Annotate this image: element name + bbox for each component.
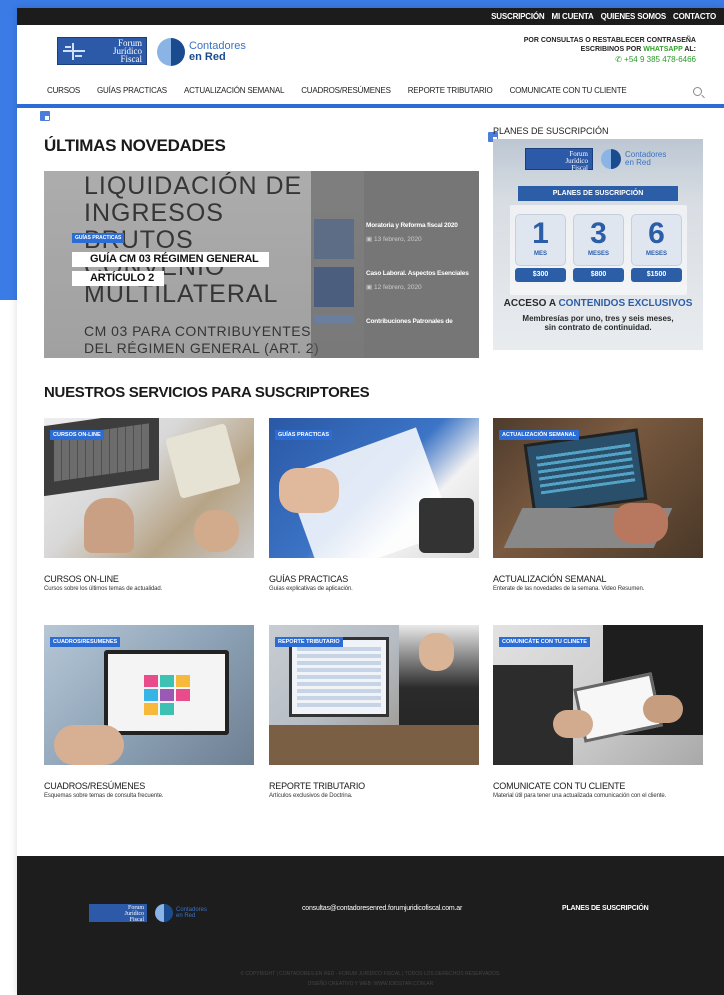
post-thumbnail bbox=[314, 219, 354, 259]
service-card-guias[interactable]: GUÍAS PRACTICAS GUÍAS PRACTICAS Guías ex… bbox=[269, 418, 479, 592]
service-image[interactable]: ACTUALIZACIÓN SEMANAL bbox=[493, 418, 703, 558]
service-image[interactable]: REPORTE TRIBUTARIO bbox=[269, 625, 479, 765]
list-item[interactable]: Caso Laboral. Aspectos Esenciales ▣ 12 f… bbox=[314, 267, 476, 309]
plans-sidebar-title: PLANES DE SUSCRIPCIÓN bbox=[493, 126, 609, 136]
service-image[interactable]: CURSOS ON-LINE bbox=[44, 418, 254, 558]
plans-banner[interactable]: Forum Jurídico Fiscal Contadores en Red PLA… bbox=[493, 139, 703, 350]
forum-juridico-fiscal-logo[interactable]: Forum Jurídico Fiscal bbox=[89, 904, 147, 923]
calendar-icon: ▣ bbox=[366, 284, 373, 291]
featured-slider[interactable]: LIQUIDACIÓN DE INGRESOS BRUTOS CONVENIO … bbox=[44, 171, 479, 358]
topbar-link-mi-cuenta[interactable]: MI CUENTA bbox=[552, 12, 594, 21]
service-image[interactable]: COMUNICÁTE CON TU CLINETE bbox=[493, 625, 703, 765]
plans-header: PLANES DE SUSCRIPCIÓN bbox=[518, 186, 678, 201]
forum-logo-text: Forum Jurídico Fiscal bbox=[113, 38, 142, 64]
forum-juridico-fiscal-logo: Forum Jurídico Fiscal bbox=[525, 148, 593, 172]
list-item[interactable]: Contribuciones Patronales de bbox=[314, 315, 476, 357]
plan-price-1[interactable]: $300 bbox=[515, 268, 566, 282]
contact-info: POR CONSULTAS O RESTABLECER CONTRASEÑA E… bbox=[523, 37, 696, 64]
nav-item-reporte-tributario[interactable]: REPORTE TRIBUTARIO bbox=[408, 86, 493, 95]
latest-side-list: Moratoria y Reforma fiscal 2020 ▣ 13 feb… bbox=[311, 171, 479, 358]
plan-option-1[interactable]: 1 MES bbox=[515, 214, 566, 266]
nav-item-guias-practicas[interactable]: GUÍAS PRACTICAS bbox=[97, 86, 167, 95]
nav-item-cursos[interactable]: CURSOS bbox=[47, 86, 80, 95]
nav-item-comunicate[interactable]: COMUNICATE CON TU CLIENTE bbox=[510, 86, 627, 95]
contadores-en-red-logo[interactable]: Contadores en Red bbox=[155, 904, 207, 922]
service-image[interactable]: GUÍAS PRACTICAS bbox=[269, 418, 479, 558]
list-item[interactable]: Moratoria y Reforma fiscal 2020 ▣ 13 feb… bbox=[314, 219, 476, 261]
whatsapp-phone-link[interactable]: ✆ +54 9 385 478-6466 bbox=[524, 55, 696, 64]
forum-logo-mark-icon bbox=[61, 40, 87, 62]
service-card-cursos[interactable]: CURSOS ON-LINE CURSOS ON-LINE Cursos sob… bbox=[44, 418, 254, 592]
footer-plans-link[interactable]: PLANES DE SUSCRIPCIÓN bbox=[562, 905, 649, 912]
topbar-link-contacto[interactable]: CONTACTO bbox=[673, 12, 716, 21]
topbar-link-suscripcion[interactable]: SUSCRIPCIÓN bbox=[491, 12, 545, 21]
site-header: Forum Jurídico Fiscal Contadores en Red … bbox=[17, 25, 724, 77]
plan-option-3[interactable]: 3 MESES bbox=[573, 214, 624, 266]
service-image[interactable]: CUADROS/RESUMENES bbox=[44, 625, 254, 765]
translate-icon[interactable] bbox=[40, 111, 50, 121]
footer-email-link[interactable]: consultas@contadoresenred.forumjuridicof… bbox=[302, 905, 462, 912]
contadores-en-red-logo: Contadores en Red bbox=[601, 149, 666, 169]
service-card-reporte[interactable]: REPORTE TRIBUTARIO REPORTE TRIBUTARIO Ar… bbox=[269, 625, 479, 799]
footer-copyright: © COPYRIGHT | CONTADORES EN RED - FORUM … bbox=[240, 971, 501, 987]
page: SUSCRIPCIÓN MI CUENTA QUIENES SOMOS CONT… bbox=[17, 8, 724, 995]
contadores-logo-circle-icon bbox=[157, 38, 185, 66]
forum-juridico-fiscal-logo[interactable]: Forum Jurídico Fiscal bbox=[57, 37, 147, 65]
services-heading: NUESTROS SERVICIOS PARA SUSCRIPTORES bbox=[44, 384, 370, 401]
search-icon[interactable] bbox=[693, 87, 702, 96]
site-footer: Forum Jurídico Fiscal Contadores en Red con… bbox=[17, 856, 724, 995]
latest-heading: ÚLTIMAS NOVEDADES bbox=[44, 136, 226, 155]
service-card-actualizacion[interactable]: ACTUALIZACIÓN SEMANAL ACTUALIZACIÓN SEMA… bbox=[493, 418, 703, 592]
calendar-icon: ▣ bbox=[366, 236, 373, 243]
contadores-en-red-logo[interactable]: Contadores en Red bbox=[157, 38, 246, 66]
plan-price-6[interactable]: $1500 bbox=[631, 268, 682, 282]
plan-price-3[interactable]: $800 bbox=[573, 268, 624, 282]
contadores-logo-circle-icon bbox=[155, 904, 173, 922]
service-card-comunicate[interactable]: COMUNICÁTE CON TU CLINETE COMUNICATE CON… bbox=[493, 625, 703, 799]
featured-title[interactable]: GUÍA CM 03 RÉGIMEN GENERAL ARTÍCULO 2 bbox=[72, 249, 312, 287]
main-nav: CURSOS GUÍAS PRACTICAS ACTUALIZACIÓN SEM… bbox=[17, 77, 724, 108]
nav-item-cuadros-resumenes[interactable]: CUADROS/RESÚMENES bbox=[301, 86, 391, 95]
featured-category-badge[interactable]: GUÍAS PRACTICAS bbox=[72, 233, 125, 243]
nav-item-actualizacion-semanal[interactable]: ACTUALIZACIÓN SEMANAL bbox=[184, 86, 284, 95]
plan-option-6[interactable]: 6 MESES bbox=[631, 214, 682, 266]
plans-acceso-text: ACCESO A CONTENIDOS EXCLUSIVOS bbox=[503, 298, 693, 309]
whatsapp-icon: ✆ bbox=[615, 55, 622, 64]
service-card-cuadros[interactable]: CUADROS/RESUMENES CUADROS/RESÚMENES Esqu… bbox=[44, 625, 254, 799]
top-bar: SUSCRIPCIÓN MI CUENTA QUIENES SOMOS CONT… bbox=[17, 8, 724, 25]
post-thumbnail bbox=[314, 315, 354, 323]
contadores-logo-circle-icon bbox=[601, 149, 621, 169]
plans-description: Membresías por uno, tres y seis meses, s… bbox=[522, 314, 674, 332]
post-thumbnail bbox=[314, 267, 354, 307]
topbar-link-quienes-somos[interactable]: QUIENES SOMOS bbox=[601, 12, 667, 21]
